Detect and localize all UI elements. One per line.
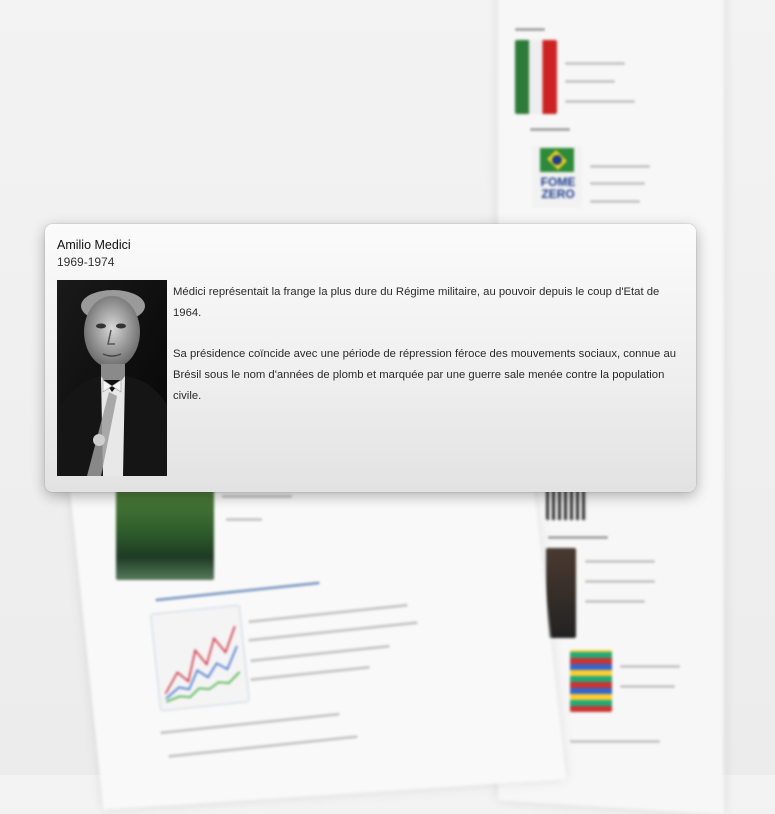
president-name: Amilio Medici [57,238,131,252]
president-description: Médici représentait la frange la plus du… [173,282,683,427]
blurred-text-line [585,580,655,583]
forest-river-thumbnail [116,488,214,580]
blurred-text-line [590,200,640,203]
blurred-text-line [620,665,680,668]
blurred-text-line [570,740,660,743]
blurred-text-line [590,182,645,185]
blurred-text-line [620,685,675,688]
blurred-text-line [590,165,650,168]
line-chart-thumbnail [151,605,249,711]
portrait-image [57,280,167,476]
flags-grid-thumbnail [570,650,612,712]
description-paragraph-1: Médici représentait la frange la plus du… [173,286,660,319]
fome-zero-logo-thumbnail: FOME ZERO [532,146,582,208]
president-term-years: 1969-1974 [57,255,115,269]
blurred-text-line [226,518,262,521]
line-chart-icon [164,625,241,703]
description-paragraph-2: Sa présidence coïncide avec une période … [173,348,677,402]
blurred-text-line [530,128,570,131]
blurred-text-line [515,28,545,31]
fome-zero-label: FOME ZERO [540,175,576,201]
portrait-thumbnail [546,548,576,638]
blurred-text-line [565,80,615,83]
mexico-flag-thumbnail [515,40,557,114]
blurred-text-line [585,560,655,563]
blurred-text-line [548,536,608,539]
president-info-card: Amilio Medici 1969-1974 Médici représent… [45,224,696,492]
portrait-photo [57,280,167,476]
blurred-text-line [222,495,292,498]
fome-zero-flag-icon [540,148,574,172]
blurred-text-line [565,100,635,103]
blurred-text-line [565,62,625,65]
blurred-text-line [585,600,645,603]
